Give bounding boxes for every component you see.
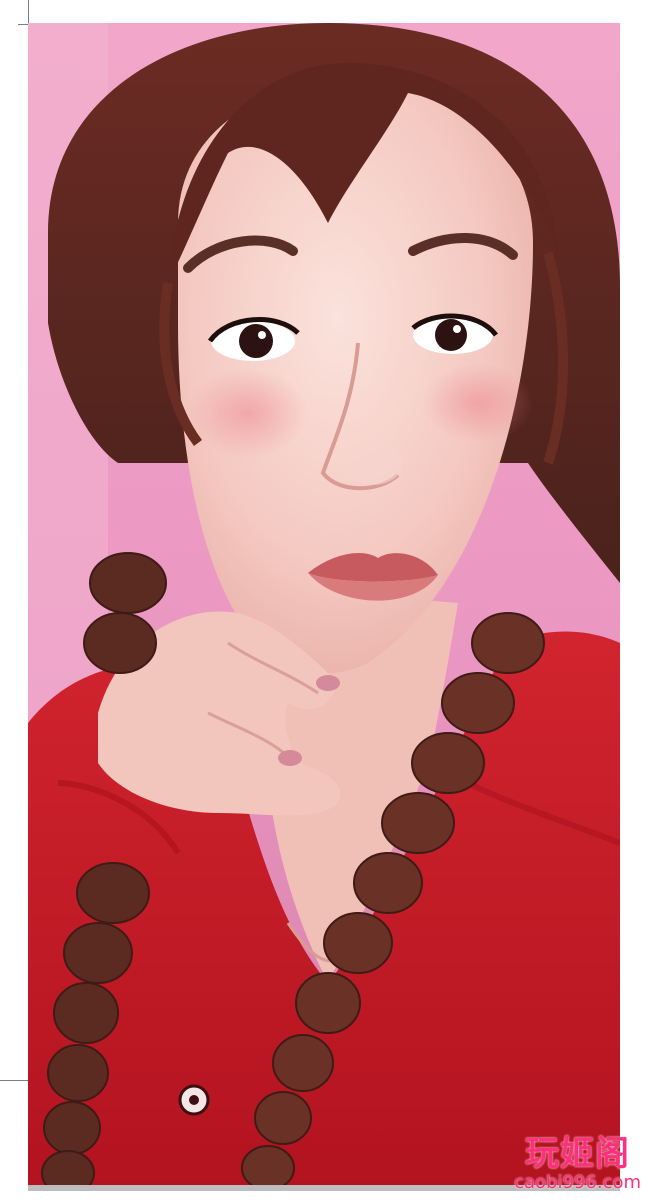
page: 玩姬阁 caobi996.com — [0, 0, 655, 1200]
watermark-url: caobi996.com — [514, 1172, 641, 1193]
crop-mark-top — [18, 0, 29, 25]
portrait-illustration — [28, 23, 620, 1191]
crop-mark-bottom — [0, 1080, 28, 1091]
watermark: 玩姬阁 caobi996.com — [514, 1137, 641, 1192]
portrait-photo — [28, 23, 620, 1191]
watermark-title: 玩姬阁 — [525, 1134, 631, 1174]
